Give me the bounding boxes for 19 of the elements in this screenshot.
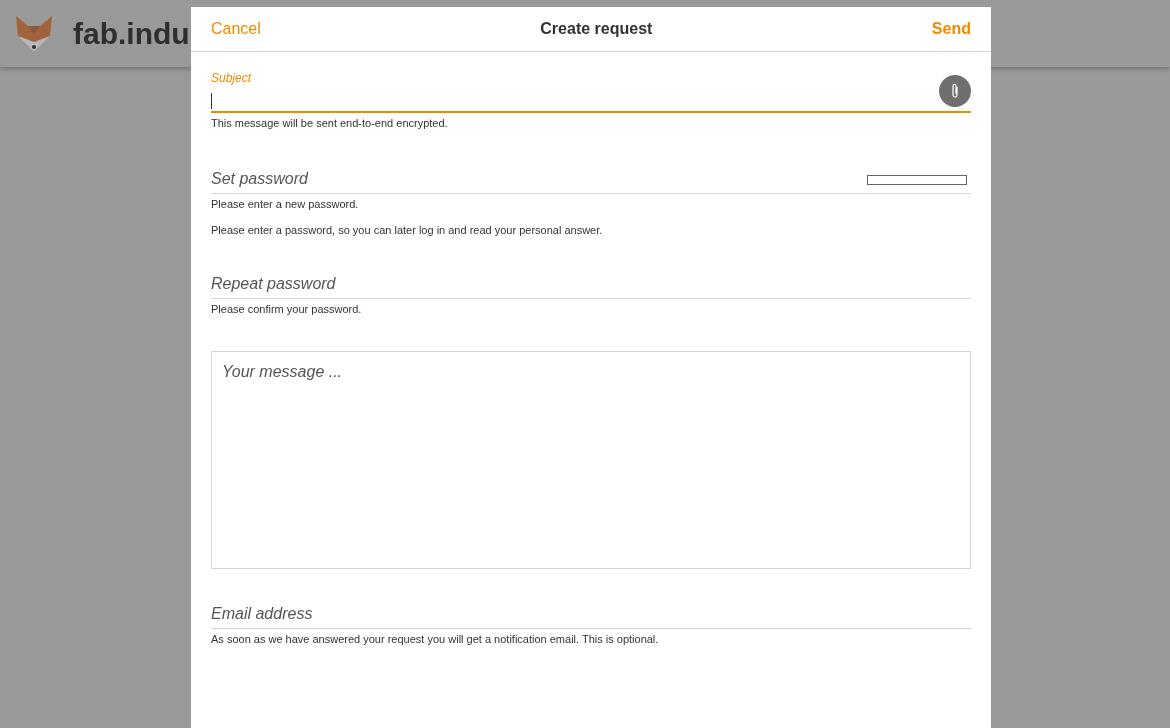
text-input[interactable]: Repeat password [211, 271, 971, 298]
hint-text: Please confirm your password. [211, 301, 363, 317]
dialog-title: Create request [540, 19, 653, 39]
hint-text: Please enter a new password. [211, 196, 360, 212]
fox-logo-icon [14, 13, 54, 54]
app-title: fab.indu [73, 16, 190, 52]
text-cursor [211, 93, 212, 109]
cancel-button[interactable]: Cancel [211, 17, 261, 41]
hint-text: Please enter a password, so you can later log in and read your personal answer. [211, 223, 604, 238]
attachment-button[interactable] [939, 75, 971, 107]
hint-text: As soon as we have answered your request you will get a notification email. This is optional. [211, 632, 660, 647]
subject-label: Subject [211, 70, 253, 87]
paperclip-icon [950, 83, 960, 99]
subject-field-underline[interactable] [211, 111, 971, 113]
send-button[interactable]: Send [931, 17, 971, 41]
hint-text: This message will be sent end-to-end encrypted. [211, 116, 449, 131]
message-textarea[interactable]: Your message ... [211, 351, 971, 569]
text-input[interactable]: Set password [211, 166, 867, 193]
text-input[interactable]: Email address [211, 602, 971, 628]
